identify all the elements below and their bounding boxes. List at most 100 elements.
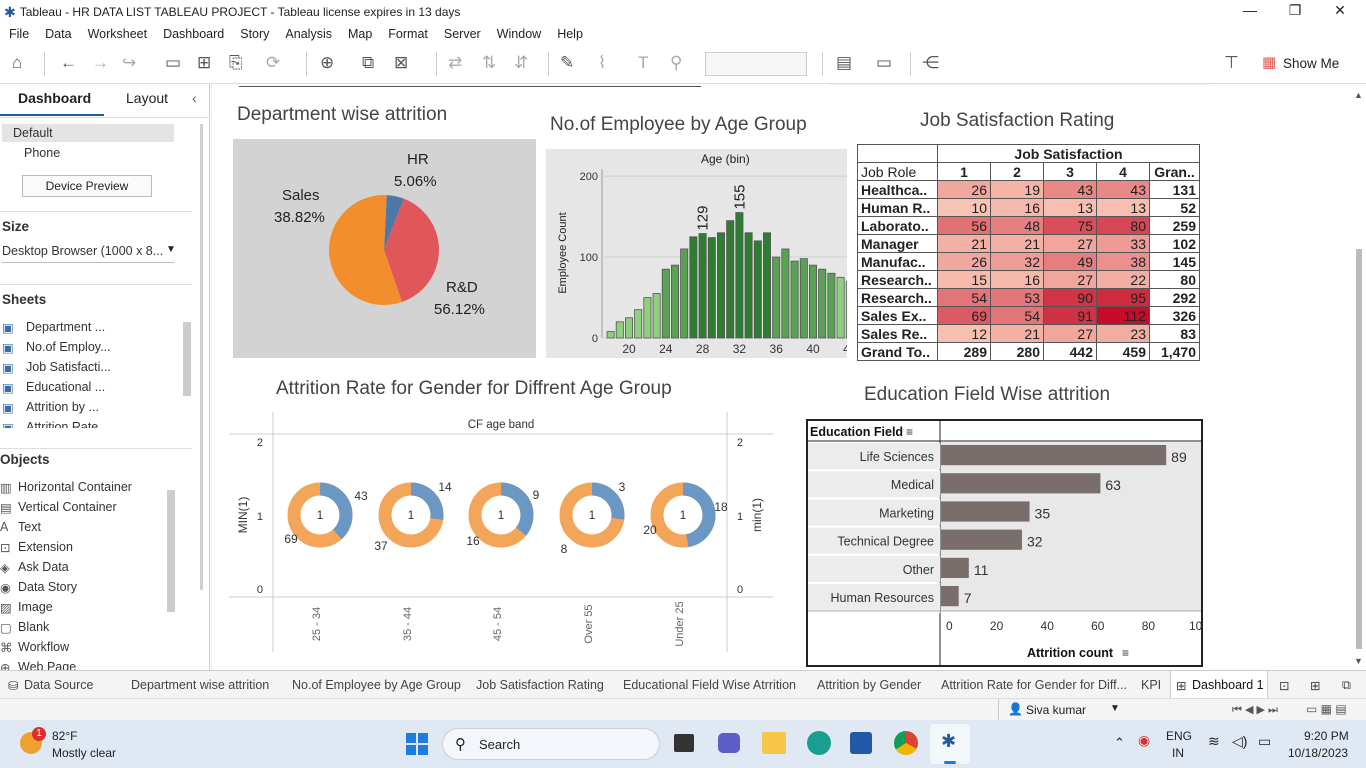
- volume-icon[interactable]: ◁): [1232, 733, 1247, 750]
- js-cell[interactable]: 53: [990, 288, 1044, 307]
- js-cell[interactable]: 16: [990, 270, 1044, 289]
- new-sheet-icon[interactable]: ⊕: [320, 53, 334, 73]
- new-dashboard-icon[interactable]: ⊞: [1310, 678, 1320, 693]
- age-bar[interactable]: [615, 321, 624, 339]
- js-cell[interactable]: 442: [1043, 342, 1097, 361]
- age-bar[interactable]: [845, 280, 854, 339]
- age-bar[interactable]: [836, 276, 845, 339]
- js-cell[interactable]: 54: [990, 306, 1044, 325]
- sheets-scrollbar[interactable]: [183, 322, 191, 396]
- new-datasource-icon[interactable]: ⊞: [197, 53, 211, 73]
- sheet-tab[interactable]: No.of Employee by Age Group: [292, 678, 461, 692]
- js-cell[interactable]: 459: [1096, 342, 1150, 361]
- donut-blue-arc[interactable]: [682, 482, 716, 548]
- object-item[interactable]: Extension: [18, 540, 73, 554]
- user-name[interactable]: Siva kumar: [1026, 703, 1086, 717]
- js-cell[interactable]: 19: [990, 180, 1044, 199]
- js-cell[interactable]: 26: [937, 252, 991, 271]
- js-cell[interactable]: 27: [1043, 234, 1097, 253]
- age-bar[interactable]: [799, 258, 808, 339]
- tray-alert-icon[interactable]: ◉: [1138, 732, 1150, 749]
- device-phone[interactable]: Phone: [24, 146, 60, 160]
- label-icon[interactable]: T: [638, 53, 648, 73]
- taskview-icon[interactable]: [674, 734, 694, 752]
- tableau-taskbar-icon[interactable]: ✱: [930, 724, 970, 764]
- js-cell[interactable]: 43: [1096, 180, 1150, 199]
- show-me-icon[interactable]: ▦: [1262, 53, 1276, 71]
- menu-analysis[interactable]: Analysis: [285, 27, 332, 41]
- share-icon[interactable]: ⋲: [922, 53, 939, 73]
- object-item[interactable]: Data Story: [18, 580, 77, 594]
- chrome-icon[interactable]: [894, 731, 918, 755]
- age-bar[interactable]: [735, 212, 744, 339]
- refresh-icon[interactable]: ⟳: [266, 53, 280, 73]
- objects-scrollbar[interactable]: [166, 474, 176, 670]
- age-bar[interactable]: [707, 237, 716, 339]
- sheet-tab[interactable]: Department wise attrition: [131, 678, 269, 692]
- battery-icon[interactable]: ▭: [1258, 733, 1271, 750]
- tab-data-source[interactable]: Data Source: [24, 678, 93, 692]
- js-cell[interactable]: 112: [1096, 306, 1150, 325]
- taskbar-search[interactable]: ⚲ Search: [442, 728, 660, 760]
- js-cell[interactable]: 54: [937, 288, 991, 307]
- edu-bar[interactable]: [941, 445, 1167, 466]
- js-cell[interactable]: 12: [937, 324, 991, 343]
- show-me-button[interactable]: Show Me: [1283, 56, 1339, 71]
- age-bar[interactable]: [772, 256, 781, 339]
- age-bar[interactable]: [762, 232, 771, 339]
- edge-icon[interactable]: [807, 731, 831, 755]
- sheet-tab[interactable]: Educational Field Wise Atrrition: [623, 678, 796, 692]
- home-icon[interactable]: ⌂: [12, 53, 22, 73]
- presentation-icon[interactable]: ▭: [876, 53, 892, 73]
- sort-desc-icon[interactable]: ⇵: [514, 53, 528, 73]
- age-bar[interactable]: [606, 331, 615, 339]
- age-bar[interactable]: [827, 272, 836, 339]
- user-dropdown-icon[interactable]: ▼: [1110, 703, 1120, 714]
- menu-map[interactable]: Map: [348, 27, 372, 41]
- back-icon[interactable]: ←: [60, 53, 77, 73]
- tab-layout[interactable]: Layout: [126, 90, 168, 106]
- view-grid-icon[interactable]: ▭ ▦ ▤: [1306, 702, 1347, 716]
- age-bar[interactable]: [698, 233, 707, 339]
- sheet-item[interactable]: Job Satisfacti...: [26, 360, 111, 374]
- js-cell[interactable]: 38: [1096, 252, 1150, 271]
- pin-icon[interactable]: ⚲: [670, 53, 682, 73]
- menu-format[interactable]: Format: [388, 27, 428, 41]
- new-story-icon[interactable]: ⧉: [1342, 678, 1351, 693]
- js-cell[interactable]: 21: [937, 234, 991, 253]
- pane-scrollbar[interactable]: [200, 124, 203, 590]
- show-cards-icon[interactable]: ▤: [836, 53, 852, 73]
- js-cell[interactable]: 69: [937, 306, 991, 325]
- object-item[interactable]: Web Page: [18, 660, 76, 670]
- js-cell[interactable]: 43: [1043, 180, 1097, 199]
- canvas-scrollbar[interactable]: ▲ ▼: [1354, 84, 1364, 670]
- file-explorer-icon[interactable]: [762, 732, 786, 754]
- donut-blue-arc[interactable]: [591, 482, 625, 520]
- collapse-icon[interactable]: ‹: [192, 90, 197, 106]
- device-preview-button[interactable]: Device Preview: [22, 175, 152, 197]
- sort-asc-icon[interactable]: ⇅: [482, 53, 496, 73]
- teams-icon[interactable]: [718, 733, 740, 753]
- restore-button[interactable]: ❐: [1275, 2, 1315, 19]
- age-bar[interactable]: [625, 317, 634, 339]
- sheet-item[interactable]: No.of Employ...: [26, 340, 111, 354]
- age-bar[interactable]: [716, 232, 725, 339]
- menu-dashboard[interactable]: Dashboard: [163, 27, 224, 41]
- age-bar[interactable]: [781, 248, 790, 339]
- object-item[interactable]: Text: [18, 520, 41, 534]
- js-cell[interactable]: 21: [990, 234, 1044, 253]
- minimize-button[interactable]: —: [1230, 2, 1270, 18]
- js-cell[interactable]: 33: [1096, 234, 1150, 253]
- age-bar[interactable]: [661, 268, 670, 339]
- age-bar[interactable]: [726, 220, 735, 339]
- object-item[interactable]: Blank: [18, 620, 49, 634]
- paperclip-icon[interactable]: ⌇: [598, 53, 606, 73]
- edu-bar[interactable]: [941, 557, 969, 578]
- age-bar[interactable]: [689, 236, 698, 339]
- menu-data[interactable]: Data: [45, 27, 71, 41]
- new-worksheet-icon[interactable]: ⊡: [1279, 678, 1289, 693]
- age-bar[interactable]: [790, 260, 799, 339]
- menu-file[interactable]: File: [9, 27, 29, 41]
- clear-icon[interactable]: ⊠: [394, 53, 408, 73]
- age-bar[interactable]: [643, 297, 652, 339]
